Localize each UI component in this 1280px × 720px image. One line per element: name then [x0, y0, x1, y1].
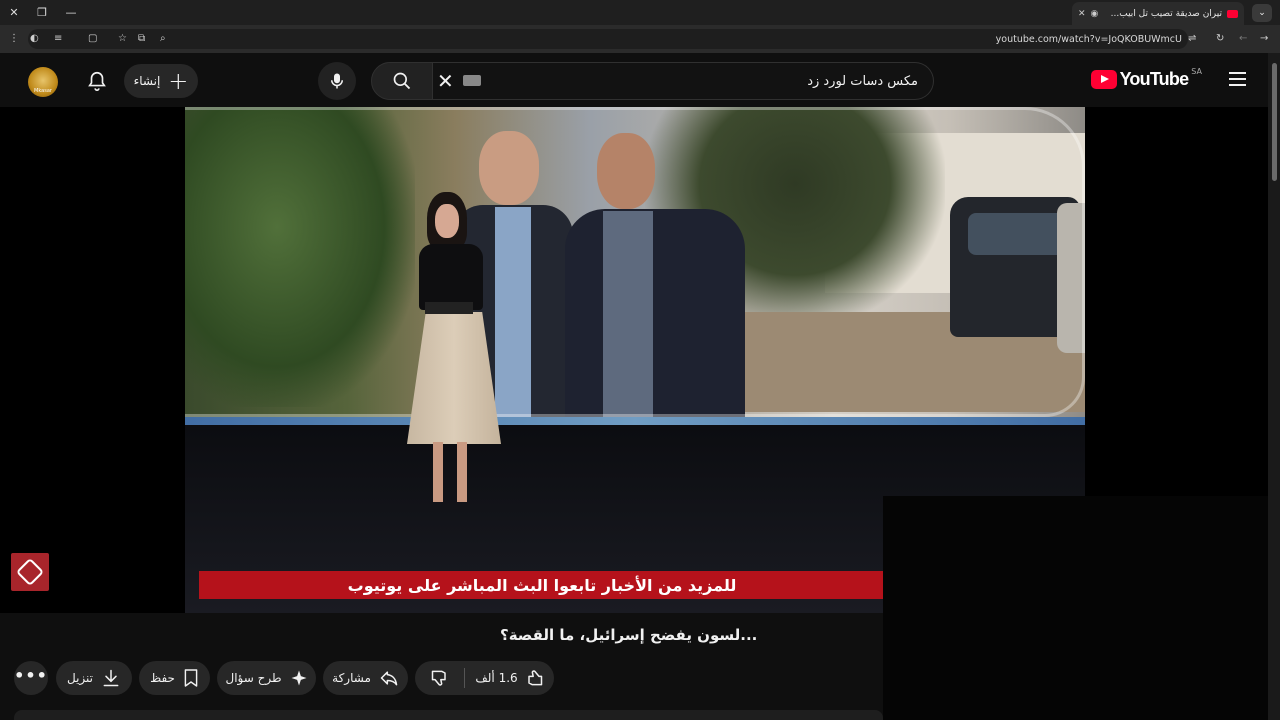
restore-window-icon[interactable]: ❐: [33, 4, 51, 22]
page-scrollbar[interactable]: [1268, 53, 1280, 720]
news-ticker: للمزيد من الأخبار تابعوا البث المباشر عل…: [199, 571, 885, 599]
save-button[interactable]: حفظ: [139, 661, 210, 695]
voice-search-button[interactable]: [318, 62, 356, 100]
sidebar-icon[interactable]: ▢: [88, 33, 97, 44]
forward-icon[interactable]: ←: [1239, 33, 1247, 44]
create-button[interactable]: + إنشاء: [124, 64, 198, 98]
avatar[interactable]: Mkasar: [28, 67, 58, 97]
clear-search-icon[interactable]: ✕: [437, 69, 454, 93]
search-input[interactable]: [500, 70, 920, 92]
ask-button[interactable]: طرح سؤال: [217, 661, 316, 695]
download-button[interactable]: تنزيل: [56, 661, 132, 695]
youtube-play-icon: [1090, 70, 1117, 89]
avatar-label: Mkasar: [34, 88, 52, 94]
download-icon: [103, 669, 119, 687]
sparkle-icon: [291, 670, 307, 686]
youtube-logo[interactable]: YouTube SA: [1090, 67, 1202, 90]
profile-icon[interactable]: ◐: [30, 33, 39, 44]
tab-search-button[interactable]: ⌄: [1252, 4, 1272, 22]
thumbs-up-icon: [527, 670, 542, 686]
news-anchor: [395, 192, 515, 613]
video-title: ...لسون يفضح إسرائيل، ما القصة؟: [500, 626, 758, 644]
search-button[interactable]: [371, 62, 433, 100]
download-label: تنزيل: [67, 671, 94, 685]
palm-tree: [185, 107, 415, 407]
microphone-icon: [331, 73, 343, 89]
close-window-icon[interactable]: ✕: [5, 4, 23, 22]
share-button[interactable]: مشاركة: [323, 661, 408, 695]
like-count: 1.6 ألف: [475, 671, 518, 685]
like-dislike-group: 1.6 ألف: [415, 661, 554, 695]
country-code: SA: [1191, 67, 1202, 76]
audio-icon[interactable]: ◉: [1091, 9, 1099, 19]
bookmark-icon: [184, 669, 198, 687]
tab-title: تيران صديقة تصيب تل أبيب...: [1110, 8, 1222, 19]
tab-close-icon[interactable]: ✕: [1078, 9, 1086, 19]
notifications-bell-icon[interactable]: [86, 69, 108, 93]
site-settings-icon[interactable]: ⇌: [1188, 33, 1196, 44]
more-actions-button[interactable]: •••: [14, 661, 48, 695]
zoom-icon[interactable]: ⌕: [160, 33, 166, 44]
browser-tab-bar: ✕ ❐ — + تيران صديقة تصيب تل أبيب... ◉ ✕ …: [0, 0, 1280, 25]
scrollbar-thumb[interactable]: [1272, 63, 1277, 181]
thumbs-down-icon: [431, 670, 446, 686]
plus-icon: +: [168, 67, 189, 95]
description-box[interactable]: [14, 710, 883, 720]
url-text[interactable]: youtube.com/watch?v=JoQKOBUWmcU: [996, 34, 1182, 45]
save-label: حفظ: [150, 671, 175, 685]
extensions-icon[interactable]: ≡: [54, 33, 62, 44]
search-icon: [393, 72, 411, 90]
share-icon: [380, 671, 398, 686]
channel-logo-icon: [11, 553, 49, 591]
browser-tab[interactable]: تيران صديقة تصيب تل أبيب... ◉ ✕: [1072, 2, 1244, 25]
bookmark-star-icon[interactable]: ☆: [118, 33, 127, 44]
reload-icon[interactable]: ↻: [1216, 33, 1224, 44]
person: [565, 131, 745, 421]
overlay-panel: [883, 496, 1280, 720]
keyboard-icon[interactable]: [463, 75, 481, 86]
ask-label: طرح سؤال: [225, 671, 282, 685]
logo-text: YouTube: [1119, 69, 1190, 89]
share-label: مشاركة: [332, 671, 371, 685]
like-button[interactable]: 1.6 ألف: [465, 661, 554, 695]
browser-menu-icon[interactable]: ⋮: [9, 33, 19, 44]
minimize-window-icon[interactable]: —: [62, 4, 80, 22]
dislike-button[interactable]: [415, 661, 464, 695]
screen-rim-light: [185, 417, 1085, 425]
car: [1057, 203, 1085, 353]
back-icon[interactable]: →: [1260, 33, 1268, 44]
create-label: إنشاء: [133, 74, 161, 88]
youtube-favicon-icon: [1227, 9, 1238, 18]
guide-menu-icon[interactable]: [1229, 72, 1246, 86]
install-app-icon[interactable]: ⧉: [138, 33, 145, 44]
